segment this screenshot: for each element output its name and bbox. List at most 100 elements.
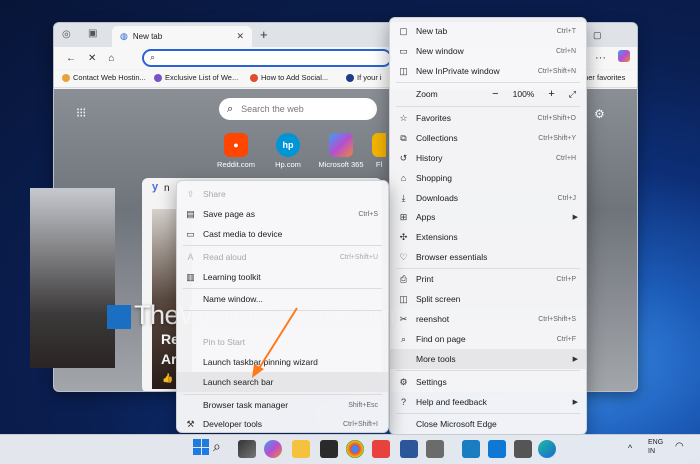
menu-item-browser-essentials[interactable]: ♡ Browser essentials	[390, 247, 586, 267]
menu-item-new-tab[interactable]: ▢ New tab Ctrl+T	[390, 21, 586, 41]
cast-icon: ▭	[186, 228, 195, 239]
home-icon[interactable]: ⌂	[108, 53, 114, 64]
shopping-icon: ⌂	[400, 173, 407, 183]
gear-icon: ⚙	[399, 376, 408, 387]
app-launcher-icon[interactable]: ⁝⁝⁝	[76, 105, 86, 121]
search-icon: ⌕	[227, 102, 234, 115]
workspaces-icon[interactable]: ◎	[62, 29, 71, 40]
favorite-item[interactable]: Contact Web Hostin...	[62, 73, 146, 82]
split-screen-icon: ◫	[399, 293, 408, 304]
app-icon[interactable]	[372, 440, 390, 458]
favorite-item[interactable]: If your i	[346, 73, 382, 82]
submenu-item-save-page[interactable]: ▤ Save page as Ctrl+S	[177, 204, 388, 224]
menu-item-collections[interactable]: ⧉ Collections Ctrl+Shift+Y	[390, 128, 586, 148]
zoom-in-button[interactable]: +	[548, 88, 554, 100]
quick-link-reddit[interactable]: ● Reddit.com	[216, 133, 256, 169]
taskbar-search-icon[interactable]: ⌕	[213, 438, 221, 455]
menu-item-inprivate[interactable]: ◫ New InPrivate window Ctrl+Shift+N	[390, 61, 586, 81]
web-search-box[interactable]: ⌕ Search the web	[219, 98, 377, 120]
help-icon: ?	[400, 397, 406, 407]
msn-logo-icon: y	[152, 181, 159, 193]
reddit-icon: ●	[224, 133, 248, 157]
menu-item-find-on-page[interactable]: ⌕ Find on page Ctrl+F	[390, 329, 586, 349]
favorite-label: Exclusive List of We...	[165, 73, 239, 82]
star-icon: ☆	[399, 112, 408, 123]
fullscreen-icon[interactable]: ⤢	[569, 89, 576, 100]
close-tab-icon[interactable]: ✕	[236, 31, 244, 42]
menu-label: Apps	[416, 212, 436, 222]
file-explorer-icon[interactable]	[292, 440, 310, 458]
submenu-item-task-manager[interactable]: .Browser task managerShift+Esc	[177, 395, 388, 415]
menu-label: Cast media to device	[203, 229, 283, 239]
menu-item-settings[interactable]: ⚙ Settings	[390, 372, 586, 392]
share-icon: ⇪	[186, 188, 195, 199]
menu-item-help-feedback[interactable]: ? Help and feedback ▶	[390, 392, 586, 412]
menu-item-screenshot[interactable]: ✂ reenshot Ctrl+Shift+S	[390, 309, 586, 329]
divider	[396, 106, 580, 107]
menu-item-more-tools[interactable]: .More tools▶	[390, 349, 586, 369]
app-icon[interactable]	[514, 440, 532, 458]
zoom-out-button[interactable]: −	[492, 88, 498, 100]
read-aloud-icon: A	[187, 252, 194, 262]
menu-item-favorites[interactable]: ☆ Favorites Ctrl+Shift+O	[390, 108, 586, 128]
divider	[396, 82, 580, 83]
app-icon[interactable]	[488, 440, 506, 458]
submenu-item-developer-tools[interactable]: ⚒ Developer tools Ctrl+Shift+I	[177, 414, 388, 434]
menu-item-downloads[interactable]: ⤓ Downloads Ctrl+J	[390, 188, 586, 208]
maximize-icon[interactable]: ▢	[593, 30, 602, 41]
copilot-icon[interactable]	[618, 50, 630, 62]
history-icon: ↺	[399, 152, 408, 163]
menu-shortcut: Shift+Esc	[348, 401, 378, 409]
stop-icon[interactable]: ✕	[88, 53, 96, 64]
menu-item-split-screen[interactable]: ◫ Split screen	[390, 289, 586, 309]
menu-item-print[interactable]: ⎙ Print Ctrl+P	[390, 269, 586, 289]
quick-link-hp[interactable]: hp Hp.com	[268, 133, 308, 169]
download-icon: ⤓	[401, 192, 406, 203]
menu-item-close-edge[interactable]: .Close Microsoft Edge	[390, 414, 586, 434]
menu-label: Close Microsoft Edge	[416, 419, 497, 429]
copilot-taskbar-icon[interactable]	[264, 440, 282, 458]
page-settings-icon[interactable]: ⚙	[594, 107, 605, 121]
learning-icon: ▥	[186, 271, 195, 282]
app-icon[interactable]	[426, 440, 444, 458]
favicon-icon	[154, 73, 162, 82]
submenu-item-cast[interactable]: ▭ Cast media to device	[177, 224, 388, 244]
like-icon[interactable]: 👍	[162, 373, 173, 384]
menu-label: Browser task manager	[203, 400, 289, 410]
edge-tab-icon: ◍	[120, 31, 128, 41]
address-bar[interactable]: ⌕	[142, 49, 392, 67]
other-favorites[interactable]: ther favorites	[582, 73, 625, 82]
favorite-item[interactable]: Exclusive List of We...	[154, 73, 238, 82]
start-icon[interactable]	[193, 439, 209, 455]
menu-item-shopping[interactable]: ⌂ Shopping	[390, 168, 586, 188]
back-icon[interactable]: ←	[66, 53, 76, 64]
more-icon[interactable]: ···	[595, 52, 606, 64]
menu-label: Collections	[416, 133, 458, 143]
word-icon[interactable]	[400, 440, 418, 458]
edge-taskbar-icon[interactable]	[538, 440, 556, 458]
app-icon[interactable]	[320, 440, 338, 458]
favorite-label: Contact Web Hostin...	[73, 73, 146, 82]
menu-item-extensions[interactable]: ✣ Extensions	[390, 227, 586, 247]
menu-label: More tools	[416, 354, 456, 364]
chrome-icon[interactable]	[346, 440, 364, 458]
menu-item-new-window[interactable]: ▭ New window Ctrl+N	[390, 41, 586, 61]
menu-item-history[interactable]: ↺ History Ctrl+H	[390, 148, 586, 168]
menu-label: Browser essentials	[416, 252, 488, 262]
favorite-label: If your i	[357, 73, 382, 82]
wifi-icon[interactable]: ◠	[675, 441, 684, 452]
chevron-up-icon[interactable]: ^	[628, 443, 632, 453]
task-view-icon[interactable]	[238, 440, 256, 458]
app-icon[interactable]	[462, 440, 480, 458]
new-tab-button[interactable]: +	[260, 27, 268, 42]
quick-link-microsoft-365[interactable]: Microsoft 365	[316, 133, 366, 169]
favorite-item[interactable]: How to Add Social...	[250, 73, 328, 82]
language-indicator[interactable]: ENG IN	[648, 438, 663, 456]
menu-item-apps[interactable]: ⊞ Apps ▶	[390, 207, 586, 227]
menu-label: New window	[416, 46, 464, 56]
menu-shortcut: Ctrl+Shift+S	[538, 315, 576, 323]
tab-new-tab[interactable]: ◍ New tab ✕	[112, 26, 252, 47]
tab-actions-icon[interactable]: ▣	[88, 28, 97, 39]
submenu-item-learning-toolkit[interactable]: ▥ Learning toolkit	[177, 267, 388, 287]
quick-link-partial[interactable]: Fl	[372, 133, 386, 169]
